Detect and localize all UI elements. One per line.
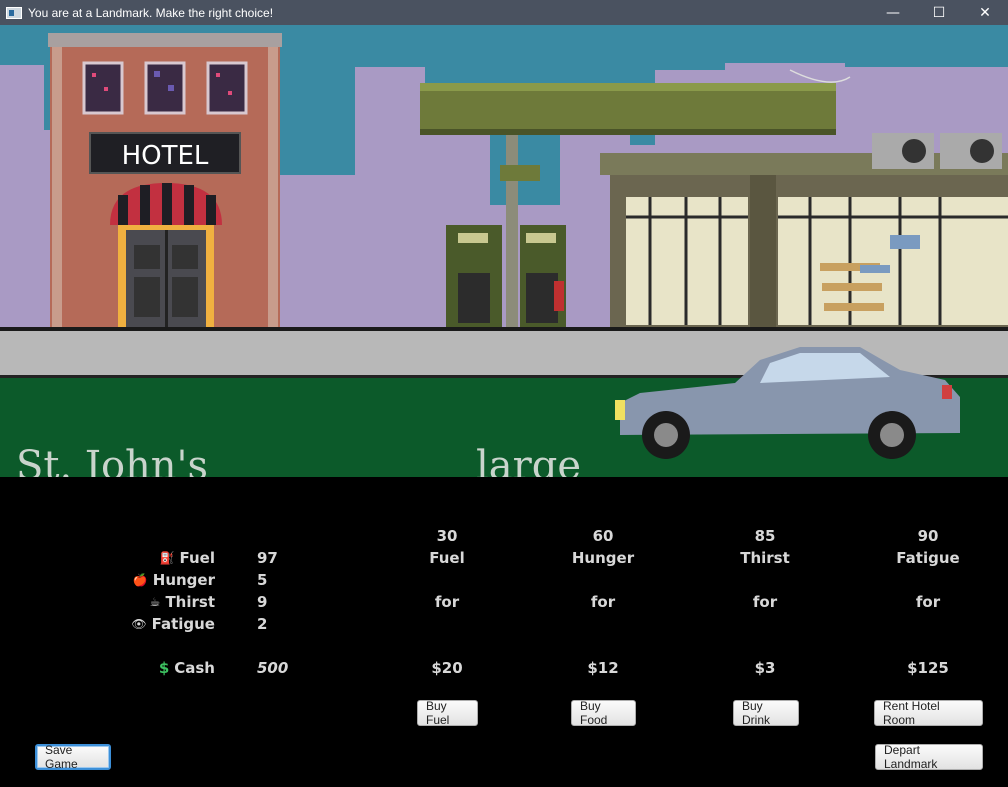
- landmark-size: large: [476, 443, 582, 477]
- stat-value-hunger: 5: [257, 571, 268, 589]
- eye-icon: 👁: [131, 617, 147, 631]
- offer-resource: Fatigue: [896, 549, 960, 567]
- resource-panel: ⛽ Fuel 97 🍎 Hunger 5 ☕ Thirst 9 👁 Fatigu…: [0, 477, 1008, 787]
- stat-label-cash: $ Cash: [159, 658, 215, 678]
- window-title: You are at a Landmark. Make the right ch…: [28, 5, 274, 20]
- stat-label-fatigue: 👁 Fatigue: [131, 614, 215, 634]
- stat-value-cash: 500: [257, 659, 289, 677]
- offer-resource: Fuel: [429, 549, 465, 567]
- stat-label-thirst: ☕ Thirst: [150, 592, 215, 612]
- maximize-button[interactable]: ☐: [916, 0, 962, 25]
- offer-amount: 90: [917, 527, 939, 545]
- offer-for: for: [752, 593, 778, 611]
- stat-value-fuel: 97: [257, 549, 278, 567]
- offer-resource: Hunger: [571, 549, 635, 567]
- offer-for: for: [434, 593, 460, 611]
- offer-price: $3: [754, 659, 776, 677]
- stat-name: Hunger: [152, 571, 215, 589]
- landmark-illustration: HOTEL: [0, 25, 1008, 477]
- rent-hotel-room-button[interactable]: Rent Hotel Room: [874, 699, 983, 727]
- stat-label-hunger: 🍎 Hunger: [133, 570, 215, 590]
- stat-name: Cash: [174, 659, 215, 677]
- stat-name: Fuel: [179, 549, 216, 567]
- minimize-button[interactable]: —: [870, 0, 916, 25]
- depart-landmark-button[interactable]: Depart Landmark: [875, 743, 983, 771]
- apple-icon: 🍎: [132, 573, 148, 587]
- close-button[interactable]: ✕: [962, 0, 1008, 25]
- stat-value-thirst: 9: [257, 593, 268, 611]
- buy-food-button[interactable]: Buy Food: [571, 699, 636, 727]
- cup-icon: ☕: [149, 595, 161, 609]
- hotel-sign: HOTEL: [122, 141, 209, 171]
- maximize-icon: ☐: [932, 4, 946, 21]
- offer-resource: Thirst: [740, 549, 790, 567]
- save-game-button[interactable]: Save Game: [35, 743, 111, 771]
- close-icon: ✕: [979, 4, 991, 21]
- window-titlebar: You are at a Landmark. Make the right ch…: [0, 0, 1008, 25]
- landmark-name: St. John's: [16, 443, 209, 477]
- stat-name: Fatigue: [151, 615, 215, 633]
- offer-amount: 85: [754, 527, 776, 545]
- stat-name: Thirst: [165, 593, 215, 611]
- buy-fuel-button[interactable]: Buy Fuel: [417, 699, 478, 727]
- dollar-icon: $: [158, 659, 170, 677]
- offer-price: $12: [587, 659, 619, 677]
- minimize-icon: —: [886, 4, 900, 21]
- offer-price: $20: [431, 659, 463, 677]
- offer-for: for: [590, 593, 616, 611]
- landmark-scene: HOTEL St. John's large: [0, 25, 1008, 477]
- offer-price: $125: [907, 659, 949, 677]
- hotel-building: HOTEL: [48, 33, 282, 330]
- fuel-pump-icon: ⛽: [159, 551, 175, 565]
- stat-label-fuel: ⛽ Fuel: [160, 548, 215, 568]
- offer-for: for: [915, 593, 941, 611]
- offer-amount: 30: [436, 527, 458, 545]
- app-icon: [6, 6, 22, 19]
- buy-drink-button[interactable]: Buy Drink: [733, 699, 799, 727]
- offer-amount: 60: [592, 527, 614, 545]
- stat-value-fatigue: 2: [257, 615, 268, 633]
- window-controls: — ☐ ✕: [870, 0, 1008, 25]
